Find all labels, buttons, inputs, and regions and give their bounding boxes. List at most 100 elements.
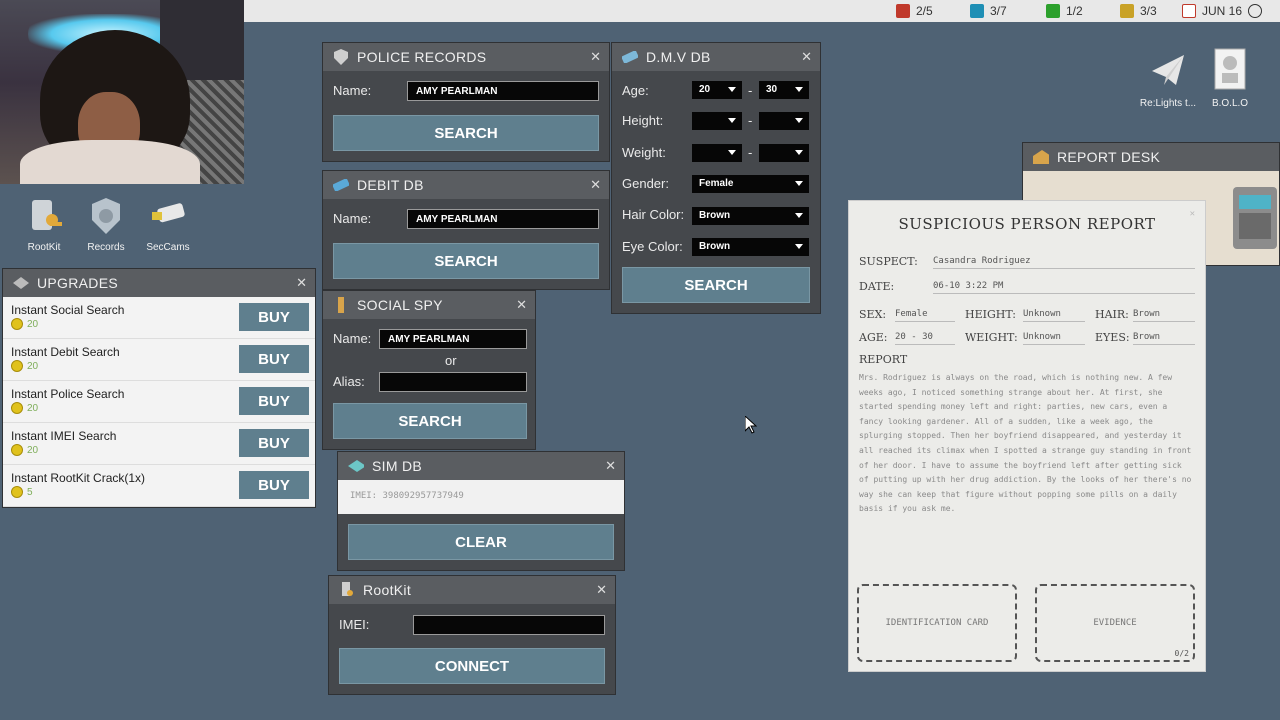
range-dash: - [748,113,753,128]
upgrade-name: Instant Social Search [11,303,125,317]
stat-date: JUN 16 [1182,3,1263,19]
window-header[interactable]: SOCIAL SPY ✕ [323,291,535,319]
cost-value: 20 [27,402,39,414]
upgrade-cost: 20 [11,402,38,414]
spy-icon [333,297,349,313]
hair-color-select[interactable]: Brown [692,207,809,225]
hair-label: HAIR: [1095,308,1129,321]
age-max-select[interactable]: 30 [759,81,809,99]
evidence-slot[interactable]: EVIDENCE 0/2 [1035,584,1195,662]
close-icon[interactable]: ✕ [596,582,607,598]
window-header[interactable]: DEBIT DB ✕ [323,171,609,199]
upgrade-item: Instant Social Search 20 BUY [3,297,315,339]
panel-title: UPGRADES [37,275,118,291]
license-icon [622,49,638,65]
upgrade-name: Instant IMEI Search [11,429,117,443]
stat-value: 3/7 [990,4,1007,18]
stat-cases: 2/5 [896,3,933,19]
window-title: POLICE RECORDS [357,49,487,65]
report-title: SUSPICIOUS PERSON REPORT [898,215,1156,233]
suspect-value: Casandra Rodriguez [933,256,1195,269]
desktop-rootkit[interactable]: RootKit [14,196,74,253]
window-title: RootKit [363,582,412,598]
weight-value: Unknown [1023,332,1085,345]
suspect-label: SUSPECT: [859,255,918,268]
close-icon[interactable]: ✕ [516,297,527,313]
mail-icon [1148,46,1188,92]
search-button[interactable]: SEARCH [333,115,599,151]
coin-icon [11,444,23,456]
name-input[interactable]: AMY PEARLMAN [407,209,599,229]
suspicious-person-report: SUSPICIOUS PERSON REPORT ✕ SUSPECT: Casa… [848,200,1206,672]
desktop-mail[interactable]: Re:Lights t... [1138,46,1198,109]
weight-max-select[interactable] [759,144,809,162]
age-min-select[interactable]: 20 [692,81,742,99]
imei-input[interactable] [413,615,605,635]
cost-value: 20 [27,318,39,330]
evidence-icon [1046,4,1060,18]
buy-button[interactable]: BUY [239,471,309,499]
upgrades-icon [13,275,29,291]
gender-select[interactable]: Female [692,175,809,193]
desktop-bolo[interactable]: B.O.L.O [1200,46,1260,109]
height-label: Height: [622,113,664,128]
rootkit-window: RootKit ✕ IMEI: CONNECT [328,575,616,695]
case-icon [896,4,910,18]
buy-button[interactable]: BUY [239,303,309,331]
window-header[interactable]: REPORT DESK [1023,143,1279,171]
desktop-seccams[interactable]: SecCams [138,196,198,253]
buy-button[interactable]: BUY [239,387,309,415]
buy-button[interactable]: BUY [239,345,309,373]
alias-input[interactable] [379,372,527,392]
sex-label: SEX: [859,308,887,321]
close-icon[interactable]: ✕ [1190,209,1195,219]
upgrade-item: Instant RootKit Crack(1x) 5 BUY [3,465,315,507]
age-label: Age: [622,83,649,98]
upgrade-cost: 20 [11,444,38,456]
cost-value: 20 [27,360,39,372]
close-icon[interactable]: ✕ [801,49,812,65]
evidence-count: 0/2 [1174,649,1189,658]
window-header[interactable]: SIM DB ✕ [338,452,624,480]
eye-color-select[interactable]: Brown [692,238,809,256]
buy-button[interactable]: BUY [239,429,309,457]
desktop-icon-label: SecCams [146,242,190,253]
date-label: DATE: [859,280,895,293]
close-icon[interactable]: ✕ [605,458,616,474]
close-icon[interactable]: ✕ [296,275,307,291]
cost-value: 5 [27,486,33,498]
stat-value: 1/2 [1066,4,1083,18]
date-value: 06-10 3:22 PM [933,281,1195,294]
upgrade-cost: 5 [11,486,33,498]
fax-machine-icon [1229,183,1279,253]
id-card-slot[interactable]: IDENTIFICATION CARD [857,584,1017,662]
calendar-icon [1182,4,1196,18]
upgrade-name: Instant RootKit Crack(1x) [11,471,146,485]
eyes-value: Brown [1133,332,1195,345]
connect-button[interactable]: CONNECT [339,648,605,684]
window-header[interactable]: RootKit ✕ [329,576,615,604]
search-button[interactable]: SEARCH [333,403,527,439]
clear-button[interactable]: CLEAR [348,524,614,560]
close-icon[interactable]: ✕ [590,49,601,65]
age-value: 20 - 30 [895,332,955,345]
stat-documents: 3/7 [970,3,1007,19]
name-input[interactable]: AMY PEARLMAN [379,329,527,349]
height-label: HEIGHT: [965,308,1016,321]
slot-label: IDENTIFICATION CARD [885,618,989,628]
close-icon[interactable]: ✕ [590,177,601,193]
search-button[interactable]: SEARCH [333,243,599,279]
search-button[interactable]: SEARCH [622,267,810,303]
height-max-select[interactable] [759,112,809,130]
desktop-records[interactable]: Records [76,196,136,253]
height-min-select[interactable] [692,112,742,130]
name-label: Name: [333,331,372,346]
hair-value: Brown [1133,309,1195,322]
seccams-icon [148,196,188,236]
name-input[interactable]: AMY PEARLMAN [407,81,599,101]
select-value: 20 [699,84,711,95]
window-header[interactable]: POLICE RECORDS ✕ [323,43,609,71]
weight-min-select[interactable] [692,144,742,162]
upgrades-header[interactable]: UPGRADES ✕ [3,269,315,297]
window-header[interactable]: D.M.V DB ✕ [612,43,820,71]
